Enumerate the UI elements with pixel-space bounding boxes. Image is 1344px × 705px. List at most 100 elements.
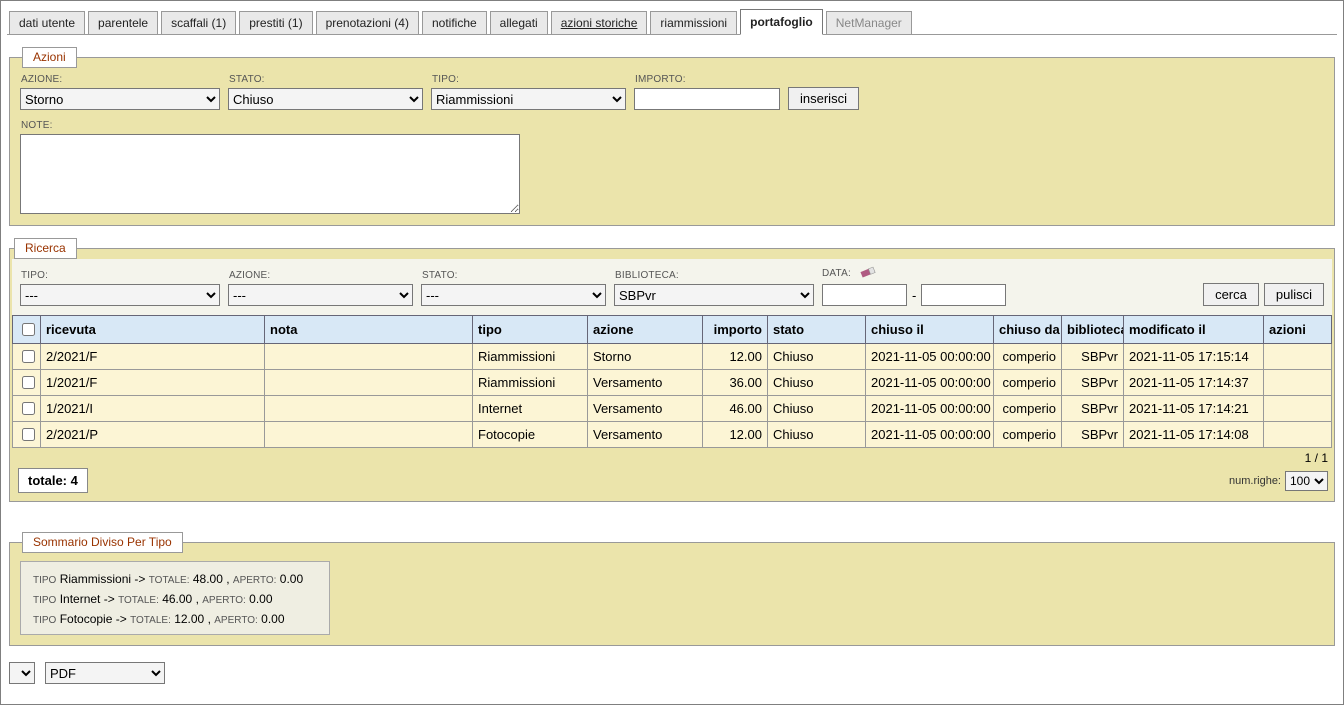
header-biblioteca: biblioteca [1062, 316, 1124, 344]
ricerca-tipo-select[interactable]: --- [20, 284, 220, 306]
results-table: ricevuta nota tipo azione importo stato … [12, 315, 1332, 448]
tab-prestiti[interactable]: prestiti (1) [239, 11, 312, 35]
num-righe-select[interactable]: 100 [1285, 471, 1328, 491]
cell-importo: 36.00 [703, 370, 768, 396]
ricerca-azione-select[interactable]: --- [228, 284, 413, 306]
cell-modificato-il: 2021-11-05 17:14:21 [1124, 396, 1264, 422]
azione-select[interactable]: Storno [20, 88, 220, 110]
tipo-select[interactable]: Riammissioni [431, 88, 626, 110]
ricerca-data-field: DATA: - [822, 265, 1006, 306]
header-azione: azione [588, 316, 703, 344]
pulisci-button[interactable]: pulisci [1264, 283, 1324, 306]
num-righe-label: num.righe: [1229, 475, 1281, 487]
table-row: 2/2021/P Fotocopie Versamento 12.00 Chiu… [13, 422, 1332, 448]
cell-tipo: Internet [473, 396, 588, 422]
sommario-totale-label: TOTALE: [130, 615, 171, 626]
header-chiuso-da: chiuso da [994, 316, 1062, 344]
azioni-section: Azioni AZIONE: Storno STATO: Chiuso TIPO… [9, 47, 1335, 226]
cell-stato: Chiuso [768, 396, 866, 422]
inserisci-button[interactable]: inserisci [788, 87, 859, 110]
ricerca-azione-label: AZIONE: [229, 270, 413, 281]
cell-chiuso-da: comperio [994, 396, 1062, 422]
cell-importo: 12.00 [703, 422, 768, 448]
stato-field: STATO: Chiuso [228, 74, 423, 110]
table-row: 2/2021/F Riammissioni Storno 12.00 Chius… [13, 344, 1332, 370]
tab-netmanager[interactable]: NetManager [826, 11, 912, 35]
row-checkbox[interactable] [22, 350, 35, 363]
cell-importo: 12.00 [703, 344, 768, 370]
cell-biblioteca: SBPvr [1062, 344, 1124, 370]
sommario-comma: , [208, 612, 211, 626]
cell-chiuso-il: 2021-11-05 00:00:00 [866, 344, 994, 370]
tab-scaffali[interactable]: scaffali (1) [161, 11, 236, 35]
tab-notifiche[interactable]: notifiche [422, 11, 487, 35]
sommario-aperto-value: 0.00 [280, 572, 303, 586]
sommario-comma: , [226, 572, 229, 586]
tipo-label: TIPO: [432, 74, 626, 85]
sommario-box: TIPO Riammissioni -> TOTALE: 48.00 , APE… [20, 561, 330, 635]
page-indicator: 1 / 1 [12, 448, 1332, 466]
sommario-aperto-value: 0.00 [249, 592, 272, 606]
eraser-icon[interactable] [859, 265, 877, 281]
cell-modificato-il: 2021-11-05 17:15:14 [1124, 344, 1264, 370]
importo-label: IMPORTO: [635, 74, 780, 85]
export-format-select[interactable]: PDF [45, 662, 165, 684]
cell-azione: Storno [588, 344, 703, 370]
sommario-tipo-value: Riammissioni [60, 572, 131, 586]
sommario-line: TIPO Fotocopie -> TOTALE: 12.00 , APERTO… [33, 612, 317, 626]
sommario-arrow: -> [134, 572, 145, 586]
ricerca-azione-field: AZIONE: --- [228, 270, 413, 306]
note-label: NOTE: [21, 120, 1324, 131]
data-from-input[interactable] [822, 284, 907, 306]
cell-ricevuta: 1/2021/I [41, 396, 265, 422]
importo-input[interactable] [634, 88, 780, 110]
cerca-button[interactable]: cerca [1203, 283, 1259, 306]
ricerca-filter-strip: TIPO: --- AZIONE: --- STATO: --- BIBLIOT… [12, 259, 1332, 315]
cell-nota [265, 344, 473, 370]
header-nota: nota [265, 316, 473, 344]
export-extra-select[interactable] [9, 662, 35, 684]
tab-portafoglio[interactable]: portafoglio [740, 9, 823, 35]
header-azioni: azioni [1264, 316, 1332, 344]
sommario-tipo-label: TIPO [33, 595, 56, 606]
stato-select[interactable]: Chiuso [228, 88, 423, 110]
select-all-checkbox[interactable] [22, 323, 35, 336]
sommario-aperto-label: APERTO: [202, 595, 246, 606]
note-textarea[interactable] [20, 134, 520, 214]
tab-riammissioni[interactable]: riammissioni [650, 11, 737, 35]
table-row: 1/2021/F Riammissioni Versamento 36.00 C… [13, 370, 1332, 396]
cell-importo: 46.00 [703, 396, 768, 422]
cell-biblioteca: SBPvr [1062, 370, 1124, 396]
totale-badge: totale: 4 [18, 468, 88, 493]
header-importo: importo [703, 316, 768, 344]
cell-azioni [1264, 344, 1332, 370]
cell-modificato-il: 2021-11-05 17:14:08 [1124, 422, 1264, 448]
sommario-comma: , [196, 592, 199, 606]
sommario-totale-value: 12.00 [174, 612, 204, 626]
sommario-arrow: -> [104, 592, 115, 606]
ricerca-section: Ricerca TIPO: --- AZIONE: --- STATO: ---… [9, 238, 1335, 502]
header-ricevuta: ricevuta [41, 316, 265, 344]
azione-field: AZIONE: Storno [20, 74, 220, 110]
tipo-field: TIPO: Riammissioni [431, 74, 626, 110]
tab-allegati[interactable]: allegati [490, 11, 548, 35]
ricerca-biblioteca-select[interactable]: SBPvr [614, 284, 814, 306]
ricerca-biblioteca-field: BIBLIOTECA: SBPvr [614, 270, 814, 306]
tab-parentele[interactable]: parentele [88, 11, 158, 35]
header-stato: stato [768, 316, 866, 344]
table-row: 1/2021/I Internet Versamento 46.00 Chius… [13, 396, 1332, 422]
cell-biblioteca: SBPvr [1062, 396, 1124, 422]
stato-label: STATO: [229, 74, 423, 85]
cell-chiuso-da: comperio [994, 370, 1062, 396]
data-to-input[interactable] [921, 284, 1006, 306]
sommario-totale-value: 46.00 [162, 592, 192, 606]
cell-azioni [1264, 422, 1332, 448]
row-checkbox[interactable] [22, 376, 35, 389]
ricerca-stato-select[interactable]: --- [421, 284, 606, 306]
row-checkbox[interactable] [22, 402, 35, 415]
tab-prenotazioni[interactable]: prenotazioni (4) [316, 11, 419, 35]
tab-azioni-storiche[interactable]: azioni storiche [551, 11, 648, 35]
row-checkbox[interactable] [22, 428, 35, 441]
header-modificato-il: modificato il [1124, 316, 1264, 344]
tab-dati-utente[interactable]: dati utente [9, 11, 85, 35]
